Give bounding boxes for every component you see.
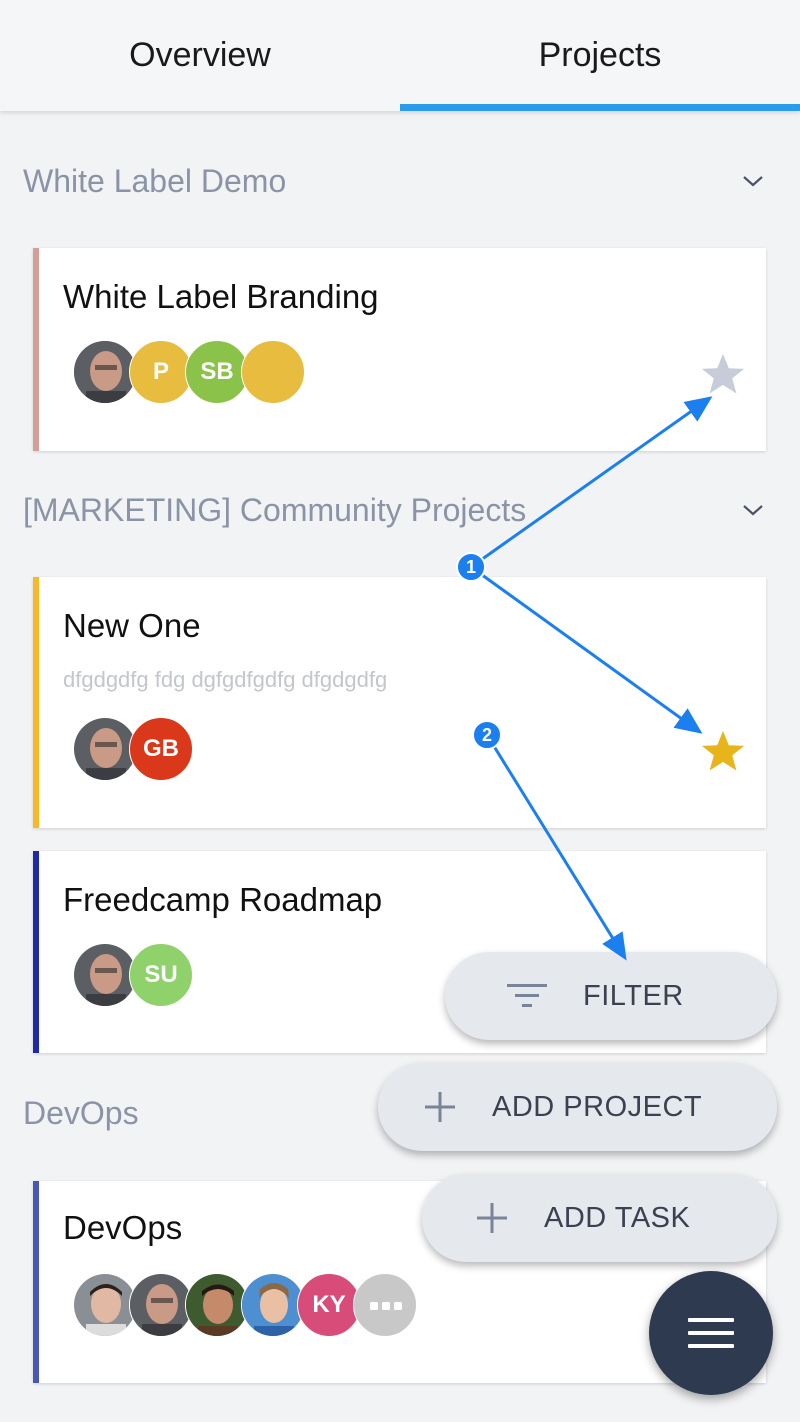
project-title: New One [63,607,201,644]
avatar [241,1273,305,1337]
chevron-down-icon[interactable] [742,170,764,192]
avatar [185,1273,249,1337]
chevron-down-icon[interactable] [742,499,764,521]
annotation-badge-1: 1 [456,552,486,582]
project-description: dfgdgdfg fdg dgfgdfgdfg dfgdgdfg [63,667,388,692]
project-color-bar [33,1181,39,1383]
group-title: White Label Demo [23,163,287,199]
group-title: DevOps [23,1095,139,1131]
filter-icon [507,976,547,1016]
active-tab-indicator [400,104,800,111]
add-task-button[interactable]: ADD TASK [422,1174,777,1262]
avatar: GB [129,717,193,781]
avatar [241,340,305,404]
star-icon[interactable] [700,728,746,774]
add-project-label: ADD PROJECT [492,1090,703,1123]
group-header-marketing-community[interactable]: [MARKETING] Community Projects [0,475,800,545]
add-project-button[interactable]: ADD PROJECT [378,1063,777,1151]
tab-overview[interactable]: Overview [0,0,400,111]
annotation-badge-2: 2 [472,720,502,750]
filter-label: FILTER [583,979,684,1012]
main-menu-fab[interactable] [649,1271,773,1395]
filter-button[interactable]: FILTER [445,952,777,1040]
avatar: SB [185,340,249,404]
plus-icon [420,1087,460,1127]
project-color-bar [33,248,39,451]
tab-projects[interactable]: Projects [400,0,800,111]
add-task-label: ADD TASK [544,1201,691,1234]
avatar [73,340,137,404]
project-color-bar [33,851,39,1053]
project-title: Freedcamp Roadmap [63,881,383,918]
avatar [73,717,137,781]
group-title: [MARKETING] Community Projects [23,492,527,528]
tab-bar: Overview Projects [0,0,800,111]
avatar: P [129,340,193,404]
avatar [73,1273,137,1337]
group-header-white-label-demo[interactable]: White Label Demo [0,146,800,216]
avatar: KY [297,1273,361,1337]
project-card-white-label-branding[interactable]: White Label Branding P SB [33,248,766,451]
project-color-bar [33,577,39,828]
avatar: SU [129,943,193,1007]
project-title: DevOps [63,1209,183,1246]
avatar [129,1273,193,1337]
project-title: White Label Branding [63,278,379,315]
avatar [73,943,137,1007]
project-card-new-one[interactable]: New One dfgdgdfg fdg dgfgdfgdfg dfgdgdfg… [33,577,766,828]
more-members-icon[interactable] [353,1273,417,1337]
plus-icon [472,1198,512,1238]
hamburger-menu-icon [688,1318,734,1348]
star-icon[interactable] [700,351,746,397]
